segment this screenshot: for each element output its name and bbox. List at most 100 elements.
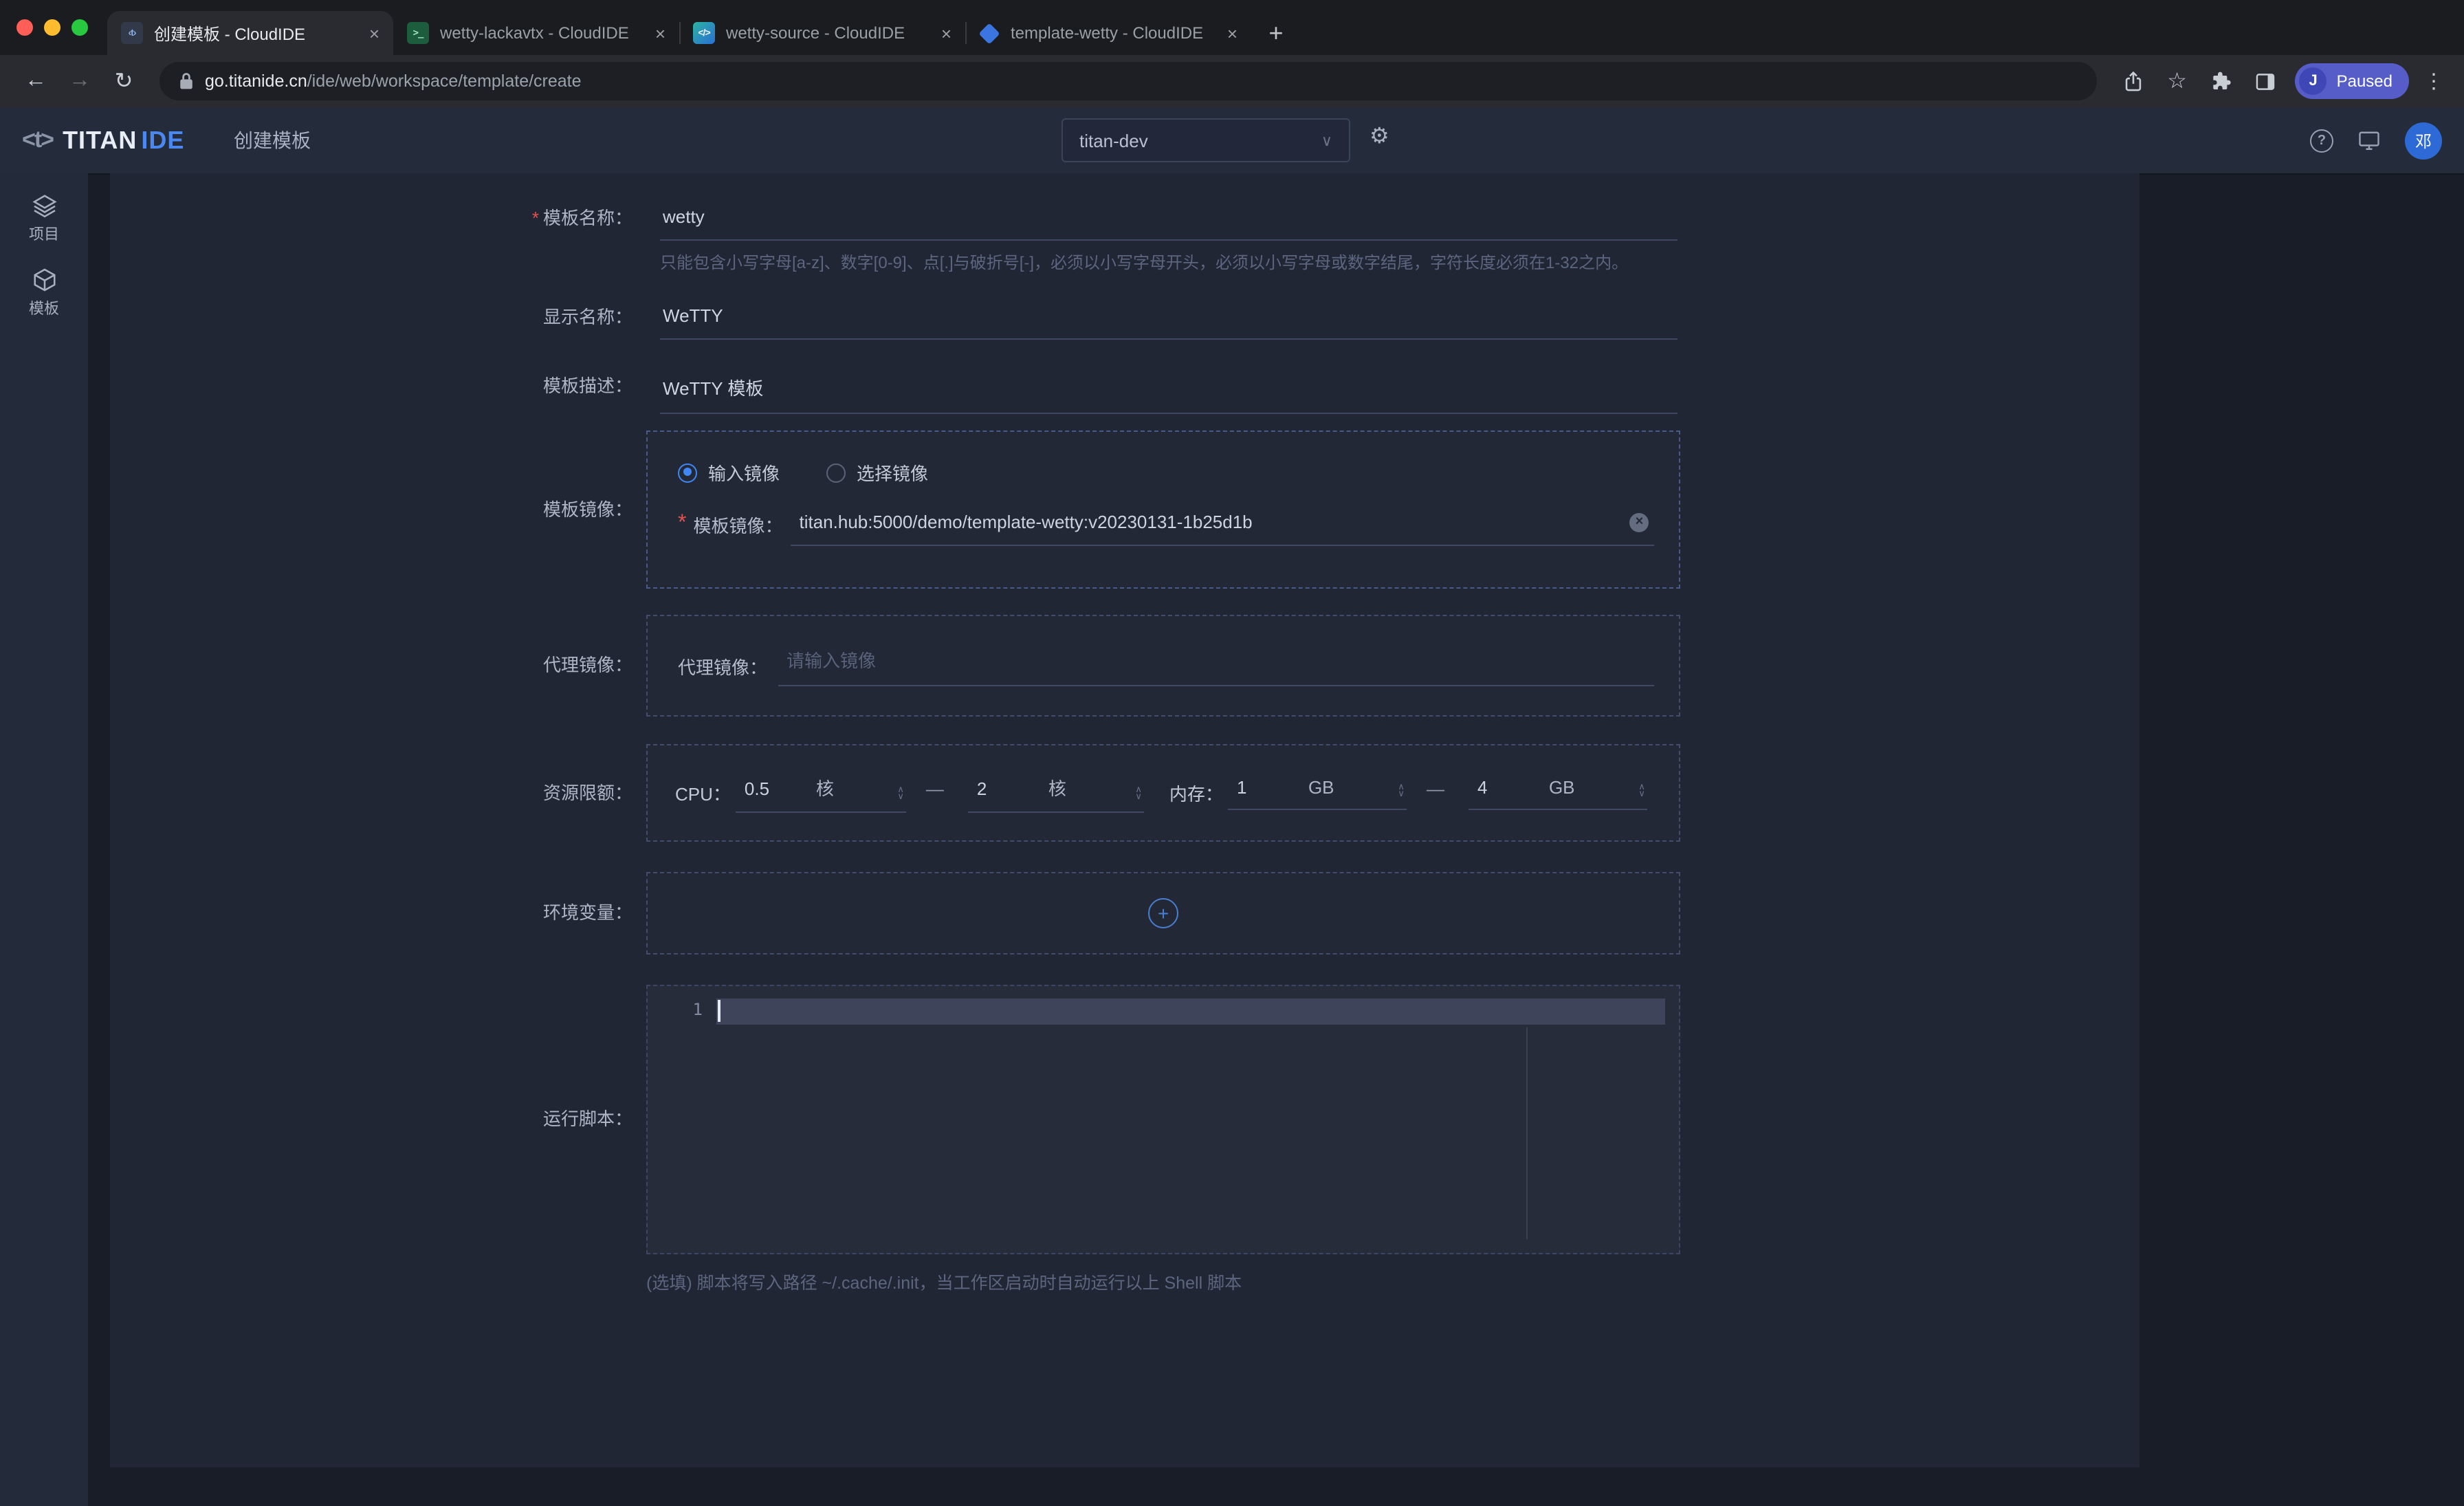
- template-image-label: 模板镜像：: [110, 497, 632, 522]
- forward-icon[interactable]: →: [60, 62, 99, 100]
- radio-select-image-label[interactable]: 选择镜像: [857, 459, 928, 485]
- stepper-arrows-icon[interactable]: ∧∨: [1135, 786, 1142, 801]
- template-name-label: *模板名称：: [110, 206, 632, 231]
- display-name-row: 显示名称： WeTTY: [110, 305, 1678, 340]
- extensions-puzzle-icon[interactable]: [2202, 62, 2241, 100]
- browser-tab-template-wetty[interactable]: template-wetty - CloudIDE ×: [965, 11, 1251, 55]
- window-minimize-button[interactable]: [44, 19, 60, 36]
- description-row: 模板描述： WeTTY 模板: [110, 374, 1678, 414]
- memory-min-stepper[interactable]: 1 GB ∧∨: [1229, 776, 1407, 809]
- url-path: /ide/web/workspace/template/create: [307, 72, 582, 91]
- memory-max-value[interactable]: 4: [1477, 776, 1519, 797]
- editor-caret: [718, 1000, 720, 1022]
- chevron-down-icon: ∨: [1321, 131, 1332, 149]
- memory-max-stepper[interactable]: 4 GB ∧∨: [1469, 776, 1648, 809]
- share-icon[interactable]: [2114, 62, 2153, 100]
- editor-ruler-line: [1526, 1027, 1528, 1239]
- help-icon[interactable]: ?: [2310, 129, 2333, 152]
- terminal-favicon-icon: >_: [407, 22, 429, 44]
- env-variables-box: +: [646, 872, 1680, 954]
- cpu-min-unit: 核: [816, 774, 834, 800]
- code-favicon-icon: </>: [693, 22, 715, 44]
- settings-gear-icon[interactable]: ⚙: [1370, 127, 1389, 149]
- template-name-input[interactable]: wetty: [660, 206, 1678, 241]
- url-domain: go.titanide.cn: [205, 72, 307, 91]
- cpu-min-stepper[interactable]: 0.5 核 ∧∨: [736, 774, 907, 812]
- header-right-icons: ? 邓: [2310, 122, 2442, 159]
- stepper-arrows-icon[interactable]: ∧∨: [1398, 783, 1405, 798]
- cpu-max-unit: 核: [1048, 774, 1066, 800]
- new-tab-button[interactable]: +: [1257, 14, 1295, 52]
- browser-tab-create-template[interactable]: ‹t› 创建模板 - CloudIDE ×: [107, 11, 393, 55]
- monitor-icon[interactable]: [2357, 128, 2382, 153]
- screen: ‹t› 创建模板 - CloudIDE × >_ wetty-lackavtx …: [0, 0, 2464, 1506]
- required-asterisk: *: [532, 208, 539, 228]
- tab-close-icon[interactable]: ×: [1227, 24, 1238, 42]
- tab-close-icon[interactable]: ×: [369, 24, 380, 42]
- template-name-row: *模板名称： wetty 只能包含小写字母[a-z]、数字[0-9]、点[.]与…: [110, 206, 1678, 274]
- cpu-label: CPU：: [675, 780, 731, 806]
- profile-avatar: J: [2300, 67, 2327, 95]
- proxy-image-label: 代理镜像：: [110, 653, 632, 678]
- memory-label: 内存：: [1169, 780, 1223, 806]
- profile-status-text: Paused: [2337, 72, 2392, 91]
- user-avatar[interactable]: 邓: [2405, 122, 2442, 159]
- back-icon[interactable]: ←: [16, 62, 55, 100]
- stepper-arrows-icon[interactable]: ∧∨: [1638, 783, 1645, 798]
- logo-mark-icon: <t>: [22, 127, 53, 154]
- clear-input-icon[interactable]: ×: [1630, 513, 1649, 532]
- description-label: 模板描述：: [110, 374, 632, 399]
- titanide-logo[interactable]: <t> TITAN IDE: [22, 126, 184, 155]
- cube-favicon-icon: [978, 22, 1000, 43]
- window-zoom-button[interactable]: [72, 19, 88, 36]
- environment-select-value: titan-dev: [1079, 130, 1148, 151]
- required-asterisk: *: [678, 512, 686, 536]
- cpu-max-stepper[interactable]: 2 核 ∧∨: [969, 774, 1145, 812]
- display-name-label: 显示名称：: [110, 305, 632, 330]
- env-variables-label: 环境变量：: [110, 901, 632, 926]
- help-glyph: ?: [2318, 133, 2326, 148]
- logo-titan-text: TITAN: [63, 126, 137, 155]
- memory-min-value[interactable]: 1: [1237, 776, 1278, 797]
- environment-select[interactable]: titan-dev ∨: [1062, 118, 1350, 162]
- tab-title: wetty-lackavtx - CloudIDE: [440, 23, 644, 43]
- radio-input-image-label[interactable]: 输入镜像: [708, 459, 780, 485]
- radio-input-image[interactable]: [678, 463, 697, 482]
- proxy-image-box: 代理镜像： 请输入镜像: [646, 615, 1680, 717]
- side-panel-icon[interactable]: [2246, 62, 2285, 100]
- app-header: <t> TITAN IDE 创建模板 titan-dev ∨ ⚙ ? 邓: [0, 107, 2464, 173]
- script-code-editor[interactable]: 1: [646, 985, 1680, 1254]
- proxy-image-input[interactable]: 请输入镜像: [778, 646, 1654, 686]
- cpu-min-value[interactable]: 0.5: [745, 778, 786, 798]
- url-text: go.titanide.cn/ide/web/workspace/templat…: [205, 72, 582, 91]
- browser-menu-icon[interactable]: ⋮: [2420, 69, 2448, 94]
- plus-icon: +: [1158, 902, 1169, 924]
- cpu-max-value[interactable]: 2: [977, 778, 1018, 798]
- bookmark-star-icon[interactable]: ☆: [2158, 62, 2197, 100]
- sidebar-item-templates[interactable]: 模板: [0, 256, 88, 330]
- browser-tab-wetty-lackavtx[interactable]: >_ wetty-lackavtx - CloudIDE ×: [393, 11, 679, 55]
- run-script-help-text: (选填) 脚本将写入路径 ~/.cache/.init，当工作区启动时自动运行以…: [646, 1268, 1242, 1294]
- env-variables-row: 环境变量： +: [110, 872, 1680, 954]
- reload-icon[interactable]: ↻: [104, 62, 143, 100]
- add-env-variable-button[interactable]: +: [1148, 898, 1178, 928]
- display-name-input[interactable]: WeTTY: [660, 305, 1678, 340]
- image-input[interactable]: titan.hub:5000/demo/template-wetty:v2023…: [791, 512, 1655, 546]
- browser-tab-strip: ‹t› 创建模板 - CloudIDE × >_ wetty-lackavtx …: [0, 0, 2464, 55]
- address-bar[interactable]: go.titanide.cn/ide/web/workspace/templat…: [160, 62, 2098, 100]
- tab-close-icon[interactable]: ×: [941, 24, 952, 42]
- template-name-help-text: 只能包含小写字母[a-z]、数字[0-9]、点[.]与破折号[-]，必须以小写字…: [660, 250, 1678, 274]
- window-close-button[interactable]: [16, 19, 33, 36]
- profile-paused-badge[interactable]: J Paused: [2296, 63, 2409, 99]
- tab-title: wetty-source - CloudIDE: [726, 23, 930, 43]
- browser-tab-wetty-source[interactable]: </> wetty-source - CloudIDE ×: [679, 11, 965, 55]
- image-field-label: 模板镜像：: [693, 512, 782, 538]
- tab-close-icon[interactable]: ×: [655, 24, 666, 42]
- stepper-arrows-icon[interactable]: ∧∨: [897, 786, 904, 801]
- resource-quota-box: CPU： 0.5 核 ∧∨ — 2 核 ∧∨ 内存： 1 GB ∧∨: [646, 744, 1680, 842]
- layers-icon: [31, 193, 57, 219]
- radio-select-image[interactable]: [826, 463, 846, 482]
- sidebar-item-projects[interactable]: 项目: [0, 182, 88, 256]
- description-input[interactable]: WeTTY 模板: [660, 374, 1678, 414]
- window-controls: [0, 19, 107, 36]
